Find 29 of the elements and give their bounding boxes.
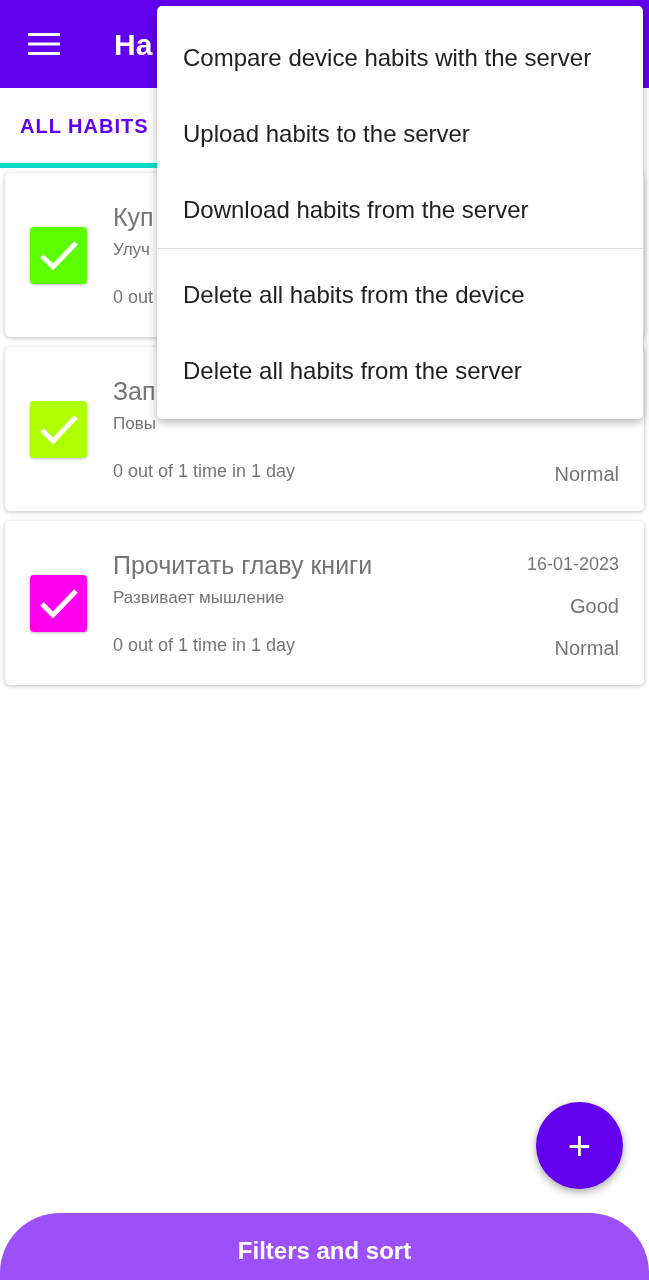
habit-name: Прочитать главу книги: [113, 550, 373, 581]
habit-description: Улуч: [113, 238, 150, 261]
habit-description: Повы: [113, 412, 156, 435]
habit-name: Куп: [113, 202, 154, 233]
menu-item[interactable]: Download habits from the server: [157, 172, 643, 248]
habit-description: Развивает мышление: [113, 586, 285, 609]
check-icon: [38, 587, 79, 619]
habit-priority: Normal: [554, 462, 619, 487]
checkbox[interactable]: [30, 226, 87, 284]
menu-item[interactable]: Compare device habits with the server: [157, 20, 643, 96]
habit-priority: Normal: [554, 636, 619, 661]
habit-frequency: 0 out of 1 time in 1 day: [113, 460, 296, 483]
sheet-title: Filters and sort: [236, 1236, 413, 1266]
check-icon: [38, 239, 79, 271]
habit-frequency: 0 out: [113, 286, 154, 309]
checkbox[interactable]: [30, 574, 87, 632]
add-button[interactable]: +: [536, 1102, 623, 1189]
habit-frequency: 0 out of 1 time in 1 day: [113, 634, 296, 657]
habit-name: Зап: [113, 376, 156, 407]
habit-date: 16-01-2023: [526, 553, 619, 576]
habit-type: Good: [570, 594, 619, 619]
checkbox[interactable]: [30, 400, 87, 458]
menu-icon[interactable]: [28, 31, 60, 57]
menu-item[interactable]: Delete all habits from the server: [157, 333, 643, 409]
app-title: Ha: [114, 26, 153, 63]
check-icon: [38, 413, 79, 445]
bottom-sheet[interactable]: Filters and sort: [0, 1213, 649, 1280]
menu-item[interactable]: Upload habits to the server: [157, 96, 643, 172]
menu-item[interactable]: Delete all habits from the device: [157, 257, 643, 333]
